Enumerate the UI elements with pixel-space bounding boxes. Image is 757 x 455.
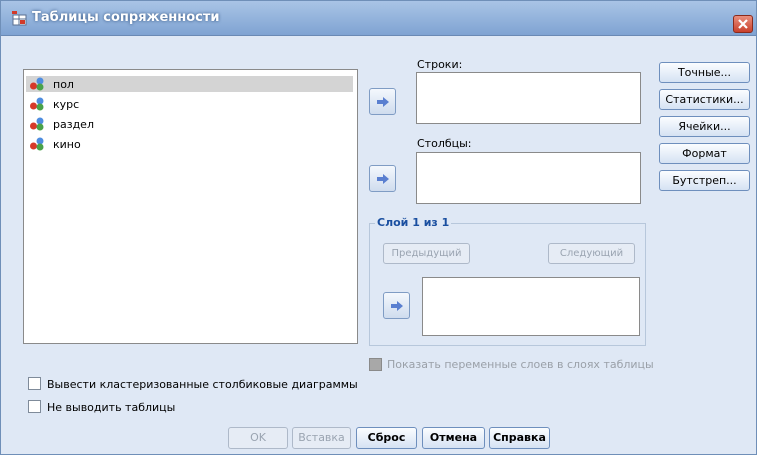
reset-button[interactable]: Сброс [356,427,417,449]
move-to-layer-button[interactable] [383,292,410,319]
list-item[interactable]: раздел [26,116,353,132]
list-item[interactable]: курс [26,96,353,112]
columns-box[interactable] [416,152,641,204]
columns-label: Столбцы: [417,137,472,150]
arrow-right-icon [377,174,389,184]
list-item[interactable]: кино [26,136,353,152]
suppress-tables-checkbox[interactable] [28,400,41,413]
paste-button[interactable]: Вставка [292,427,351,449]
title-bar[interactable]: Таблицы сопряженности [1,1,756,36]
arrow-right-icon [391,301,403,311]
exact-button[interactable]: Точные... [659,62,750,83]
nominal-variable-icon [30,117,44,131]
next-layer-button[interactable]: Следующий [548,243,635,264]
clustered-bars-label: Вывести кластеризованные столбиковые диа… [47,378,358,391]
variable-list[interactable]: пол курс раздел кино [23,69,358,344]
nominal-variable-icon [30,137,44,151]
list-item[interactable]: пол [26,76,353,92]
show-layer-vars-label: Показать переменные слоев в слоях таблиц… [387,358,654,371]
suppress-tables-label: Не выводить таблицы [47,401,176,414]
variable-label: раздел [53,118,94,131]
help-button[interactable]: Справка [489,427,550,449]
rows-box[interactable] [416,72,641,124]
layer-legend: Слой 1 из 1 [375,216,452,229]
variable-label: курс [53,98,80,111]
close-button[interactable] [733,15,753,33]
format-button[interactable]: Формат [659,143,750,164]
bootstrap-button[interactable]: Бутстреп... [659,170,750,191]
window-title: Таблицы сопряженности [32,10,220,25]
move-to-rows-button[interactable] [369,88,396,115]
move-to-columns-button[interactable] [369,165,396,192]
ok-button[interactable]: OK [228,427,288,449]
nominal-variable-icon [30,97,44,111]
previous-layer-button[interactable]: Предыдущий [383,243,470,264]
close-icon [738,19,748,29]
clustered-bars-checkbox[interactable] [28,377,41,390]
arrow-right-icon [377,97,389,107]
cancel-button[interactable]: Отмена [422,427,485,449]
variable-label: кино [53,138,81,151]
layer-box[interactable] [422,277,640,336]
crosstabs-dialog: Таблицы сопряженности пол курс раздел ки… [0,0,757,455]
cells-button[interactable]: Ячейки... [659,116,750,137]
variable-label: пол [53,78,74,91]
nominal-variable-icon [30,77,44,91]
rows-label: Строки: [417,58,463,71]
crosstabs-app-icon [12,11,27,26]
statistics-button[interactable]: Статистики... [659,89,750,110]
show-layer-vars-checkbox[interactable] [369,358,382,371]
